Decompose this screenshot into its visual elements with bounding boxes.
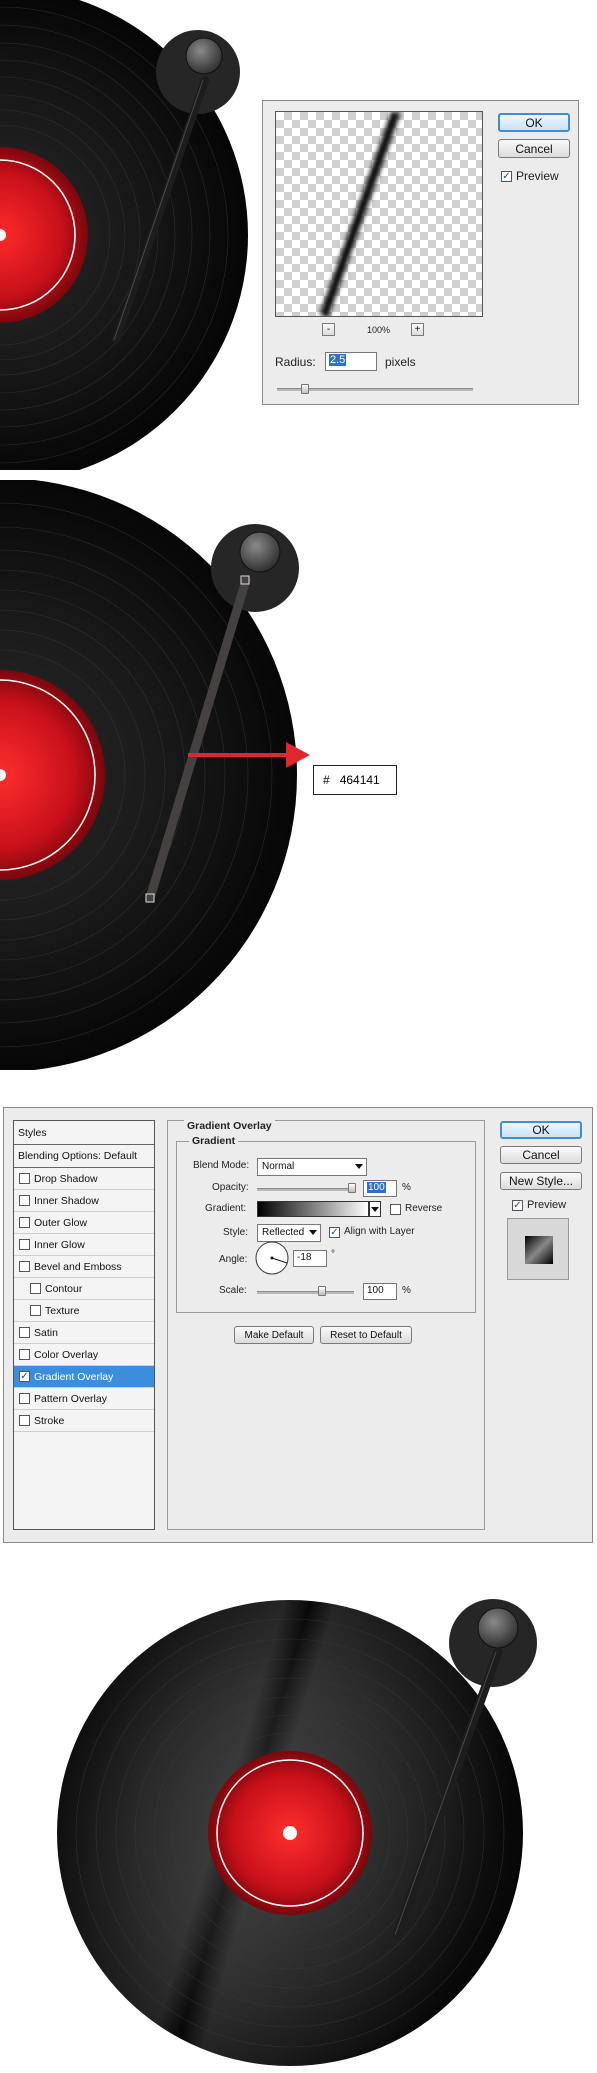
style-item-checkbox[interactable] — [19, 1217, 30, 1228]
style-item-label: Contour — [45, 1282, 83, 1295]
new-style-button[interactable]: New Style... — [500, 1172, 582, 1190]
radius-unit: pixels — [385, 355, 416, 369]
tonearm-knob-icon — [185, 37, 223, 75]
style-item-checkbox[interactable] — [30, 1305, 41, 1316]
style-item-checkbox[interactable] — [19, 1239, 30, 1250]
record-step2-illustration — [0, 480, 310, 1070]
style-item-checkbox[interactable] — [19, 1261, 30, 1272]
align-with-layer-label: Align with Layer — [344, 1226, 415, 1237]
blending-options-item[interactable]: Blending Options: Default — [14, 1145, 154, 1168]
hex-value: 464141 — [339, 773, 380, 787]
preview-checkbox[interactable]: ✓ — [512, 1200, 523, 1211]
preview-label: Preview — [516, 169, 559, 183]
angle-dial[interactable] — [254, 1240, 290, 1276]
layer-style-dialog: Styles Blending Options: Default Drop Sh… — [3, 1107, 593, 1543]
style-item-texture[interactable]: Texture — [14, 1300, 154, 1322]
style-item-inner-shadow[interactable]: Inner Shadow — [14, 1190, 154, 1212]
style-item-bevel-and-emboss[interactable]: Bevel and Emboss — [14, 1256, 154, 1278]
make-default-button[interactable]: Make Default — [234, 1326, 314, 1344]
style-item-checkbox[interactable] — [30, 1283, 41, 1294]
scale-slider-thumb[interactable] — [317, 1286, 326, 1296]
radius-slider-thumb[interactable] — [301, 384, 309, 394]
style-item-checkbox[interactable]: ✓ — [19, 1371, 30, 1382]
style-item-outer-glow[interactable]: Outer Glow — [14, 1212, 154, 1234]
ok-button[interactable]: OK — [498, 113, 570, 132]
align-with-layer-checkbox[interactable]: ✓ — [329, 1227, 340, 1238]
opacity-slider-thumb[interactable] — [348, 1183, 356, 1193]
style-item-label: Bevel and Emboss — [34, 1260, 122, 1273]
cancel-button[interactable]: Cancel — [498, 139, 570, 158]
style-item-checkbox[interactable] — [19, 1195, 30, 1206]
angle-unit: ° — [331, 1249, 335, 1260]
style-item-checkbox[interactable] — [19, 1349, 30, 1360]
style-label: Style: — [223, 1227, 249, 1238]
style-item-checkbox[interactable] — [19, 1393, 30, 1404]
record-final-illustration — [57, 1599, 537, 2066]
style-item-label: Stroke — [34, 1414, 65, 1427]
style-item-label: Inner Glow — [34, 1238, 85, 1251]
blend-mode-select[interactable]: Normal — [257, 1158, 367, 1176]
tonearm-knob-icon — [477, 1607, 519, 1649]
style-item-contour[interactable]: Contour — [14, 1278, 154, 1300]
spindle-hole — [283, 1826, 297, 1840]
group-title: Gradient — [189, 1135, 239, 1147]
blend-mode-label: Blend Mode: — [193, 1160, 250, 1171]
opacity-label: Opacity: — [212, 1182, 249, 1193]
zoom-out-button[interactable]: - — [322, 323, 335, 336]
hex-hash: # — [323, 773, 330, 787]
style-preview-swatch — [507, 1218, 569, 1280]
style-item-label: Color Overlay — [34, 1348, 99, 1361]
scale-slider-track[interactable] — [257, 1291, 354, 1294]
reverse-checkbox[interactable] — [390, 1204, 401, 1215]
style-item-checkbox[interactable] — [19, 1173, 30, 1184]
preview-label: Preview — [527, 1199, 567, 1211]
blurred-stroke-preview — [319, 112, 401, 316]
style-item-stroke[interactable]: Stroke — [14, 1410, 154, 1432]
style-item-satin[interactable]: Satin — [14, 1322, 154, 1344]
cancel-button[interactable]: Cancel — [500, 1146, 582, 1164]
gaussian-blur-dialog: - 100% + OK Cancel ✓ Preview Radius: 2.5… — [262, 100, 579, 405]
style-item-label: Outer Glow — [34, 1216, 88, 1229]
opacity-slider-track[interactable] — [257, 1188, 354, 1191]
radius-input[interactable]: 2.5 — [325, 352, 377, 371]
style-item-label: Drop Shadow — [34, 1172, 98, 1185]
reverse-label: Reverse — [405, 1203, 443, 1214]
style-item-label: Gradient Overlay — [34, 1370, 114, 1383]
style-item-color-overlay[interactable]: Color Overlay — [14, 1344, 154, 1366]
gradient-swatch[interactable] — [257, 1201, 369, 1217]
preview-checkbox[interactable]: ✓ — [501, 171, 512, 182]
gradient-group: Gradient Blend Mode: Normal Opacity: 100… — [176, 1135, 476, 1313]
ok-button[interactable]: OK — [500, 1121, 582, 1139]
style-item-checkbox[interactable] — [19, 1415, 30, 1426]
scale-label: Scale: — [219, 1285, 247, 1296]
angle-label: Angle: — [219, 1254, 248, 1265]
style-item-label: Satin — [34, 1326, 58, 1339]
angle-input[interactable]: -18 — [293, 1250, 327, 1267]
opacity-input[interactable]: 100 — [363, 1180, 397, 1197]
style-item-checkbox[interactable] — [19, 1327, 30, 1338]
style-item-pattern-overlay[interactable]: Pattern Overlay — [14, 1388, 154, 1410]
gradient-label: Gradient: — [205, 1203, 247, 1214]
style-item-drop-shadow[interactable]: Drop Shadow — [14, 1168, 154, 1190]
zoom-level: 100% — [367, 325, 391, 335]
reset-to-default-button[interactable]: Reset to Default — [320, 1326, 412, 1344]
styles-list: Styles Blending Options: Default Drop Sh… — [13, 1120, 155, 1530]
gradient-overlay-panel: Gradient Overlay Gradient Blend Mode: No… — [167, 1120, 485, 1530]
style-item-gradient-overlay[interactable]: ✓ Gradient Overlay — [14, 1366, 154, 1388]
section-title: Gradient Overlay — [184, 1120, 275, 1132]
style-item-label: Pattern Overlay — [34, 1392, 107, 1405]
gradient-dropdown-arrow-icon[interactable] — [369, 1201, 381, 1217]
style-item-inner-glow[interactable]: Inner Glow — [14, 1234, 154, 1256]
style-item-label: Inner Shadow — [34, 1194, 99, 1207]
blur-preview[interactable] — [275, 111, 483, 317]
tonearm-knob-icon — [239, 531, 281, 573]
style-item-label: Texture — [45, 1304, 80, 1317]
zoom-in-button[interactable]: + — [411, 323, 424, 336]
scale-unit: % — [402, 1285, 411, 1296]
opacity-unit: % — [402, 1182, 411, 1193]
radius-label: Radius: — [275, 355, 316, 369]
styles-header[interactable]: Styles — [14, 1121, 154, 1145]
hex-color-callout: # 464141 — [313, 765, 397, 795]
scale-input[interactable]: 100 — [363, 1283, 397, 1300]
